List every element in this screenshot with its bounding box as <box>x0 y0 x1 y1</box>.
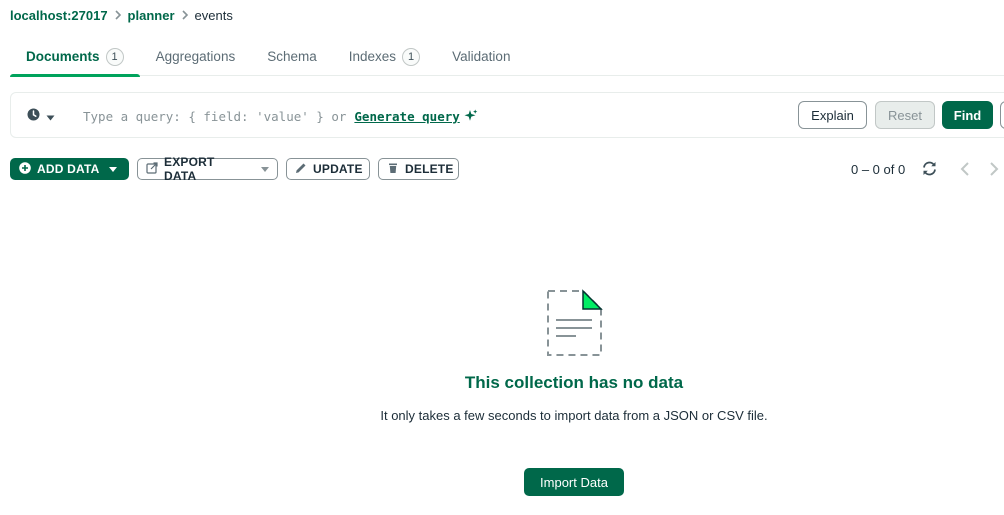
find-button[interactable]: Find <box>942 101 993 129</box>
export-data-button[interactable]: EXPORT DATA <box>137 155 278 183</box>
query-input[interactable]: Type a query: { field: 'value' } or Gene… <box>83 107 478 125</box>
explain-button[interactable]: Explain <box>798 101 867 129</box>
tab-indexes[interactable]: Indexes 1 <box>333 37 436 76</box>
tab-label: Aggregations <box>155 49 236 64</box>
caret-down-icon <box>46 108 55 126</box>
caret-down-icon <box>109 166 118 172</box>
tab-label: Documents <box>26 49 100 64</box>
breadcrumb-host[interactable]: localhost:27017 <box>10 8 108 23</box>
tab-label: Schema <box>267 49 317 64</box>
chevron-left-icon[interactable] <box>958 161 972 182</box>
chevron-right-icon <box>181 10 189 20</box>
pagination-range: 0 – 0 of 0 <box>851 162 906 177</box>
plus-circle-icon <box>19 161 31 177</box>
export-data-label: EXPORT DATA <box>164 155 215 183</box>
tab-label: Validation <box>452 49 511 64</box>
reset-button[interactable]: Reset <box>875 101 935 129</box>
sparkle-icon <box>464 109 478 123</box>
chevron-right-icon[interactable] <box>987 161 1001 182</box>
refresh-icon[interactable] <box>921 160 938 182</box>
tab-count-badge: 1 <box>105 47 124 66</box>
delete-button[interactable]: DELETE <box>378 158 459 180</box>
breadcrumb-database[interactable]: planner <box>128 8 175 23</box>
export-icon <box>146 161 158 177</box>
add-data-label: ADD DATA <box>37 162 100 176</box>
caret-down-icon <box>261 166 269 172</box>
tab-documents[interactable]: Documents 1 <box>10 37 140 77</box>
update-button[interactable]: UPDATE <box>286 158 370 180</box>
import-data-button[interactable]: Import Data <box>524 468 624 496</box>
empty-state-title: This collection has no data <box>464 373 684 392</box>
tab-label: Indexes <box>348 49 397 64</box>
trash-icon <box>387 162 399 177</box>
tab-count-badge: 1 <box>402 47 421 66</box>
tab-validation[interactable]: Validation <box>436 37 526 76</box>
empty-document-icon <box>543 288 605 363</box>
query-history-button[interactable] <box>27 108 55 126</box>
query-options-button[interactable] <box>1000 101 1004 129</box>
update-label: UPDATE <box>313 162 363 176</box>
chevron-right-icon <box>114 10 122 20</box>
empty-state-description: It only takes a few seconds to import da… <box>380 408 768 423</box>
pencil-icon <box>295 162 307 177</box>
tab-aggregations[interactable]: Aggregations <box>140 37 252 76</box>
generate-query-link[interactable]: Generate query <box>354 109 459 124</box>
breadcrumb-collection: events <box>194 7 233 23</box>
tab-schema[interactable]: Schema <box>251 37 333 76</box>
clock-icon <box>27 108 40 126</box>
breadcrumb: localhost:27017 planner events <box>10 7 233 23</box>
query-placeholder: Type a query: { field: 'value' } or <box>83 108 347 124</box>
add-data-button[interactable]: ADD DATA <box>10 158 129 180</box>
delete-label: DELETE <box>405 162 454 176</box>
collection-tabs: Documents 1 Aggregations Schema Indexes … <box>10 37 1004 77</box>
